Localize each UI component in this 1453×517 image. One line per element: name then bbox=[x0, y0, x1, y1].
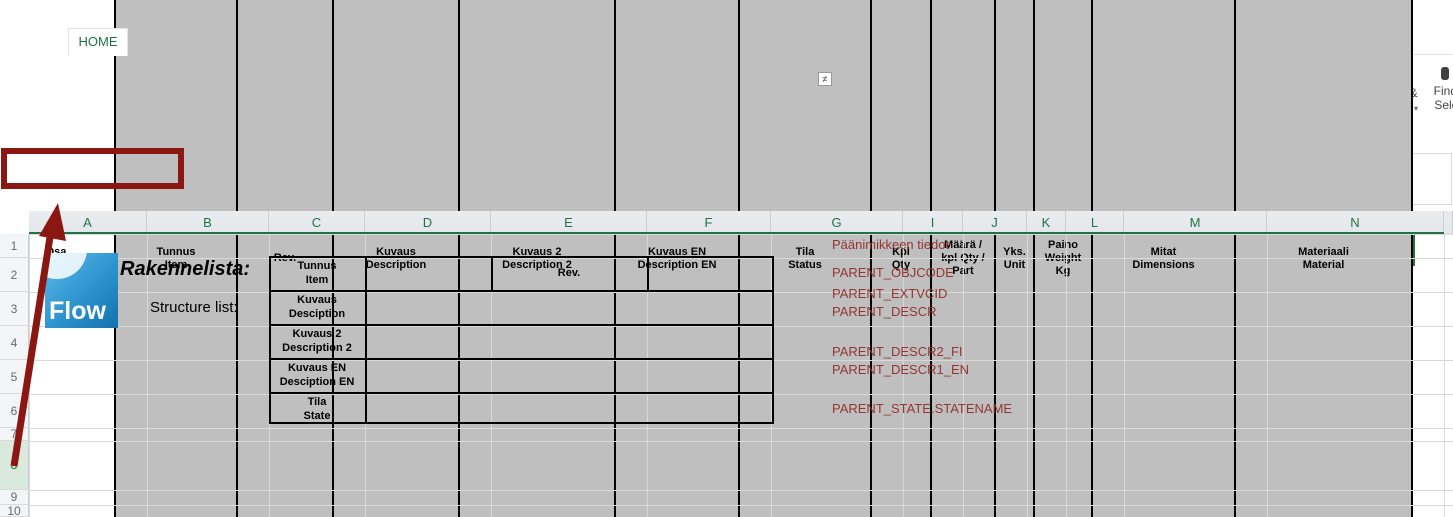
find-select-icon bbox=[1441, 67, 1453, 80]
row-header-10[interactable]: 10 bbox=[0, 505, 29, 517]
row-header-4[interactable]: 4 bbox=[0, 326, 29, 360]
row-header-1[interactable]: 1 bbox=[0, 234, 29, 258]
row-header-3[interactable]: 3 bbox=[0, 292, 29, 326]
gridline-h bbox=[29, 505, 1453, 506]
gridline-h bbox=[29, 234, 1453, 235]
red-note[interactable]: PARENT_DESCR1_EN bbox=[832, 361, 969, 379]
document-title-fi[interactable]: Rakennelista: bbox=[120, 258, 250, 281]
gridline-h bbox=[29, 292, 1453, 293]
column-header-G[interactable]: G bbox=[771, 211, 903, 234]
annotation-highlight-rect bbox=[1, 148, 184, 189]
gridline-v bbox=[29, 234, 30, 517]
column-header-N[interactable]: N bbox=[1267, 211, 1444, 234]
row-header-6[interactable]: 6 bbox=[0, 394, 29, 428]
info-table-label[interactable]: Kuvaus 2 Description 2 bbox=[271, 326, 363, 356]
column-header-B[interactable]: B bbox=[147, 211, 269, 234]
find-select-button[interactable]: Find &Select bbox=[1428, 67, 1453, 112]
info-table-border bbox=[772, 256, 774, 424]
row-header-7[interactable]: 7 bbox=[0, 428, 29, 441]
column-header-D[interactable]: D bbox=[365, 211, 491, 234]
column-header-A[interactable]: A bbox=[29, 211, 147, 234]
red-note[interactable]: PARENT_DESCR bbox=[832, 303, 937, 321]
gridline-v bbox=[1027, 234, 1028, 517]
gridline-h bbox=[29, 326, 1453, 327]
document-title-en[interactable]: Structure list: bbox=[150, 299, 238, 316]
red-note[interactable]: PARENT_OBJCODE bbox=[832, 264, 954, 282]
red-note[interactable]: PARENT_DESCR2_FI bbox=[832, 343, 963, 361]
red-note[interactable]: Päänimikkeen tiedot bbox=[832, 236, 949, 254]
column-header-L[interactable]: L bbox=[1066, 211, 1124, 234]
row-header-2[interactable]: 2 bbox=[0, 258, 29, 292]
gridline-v bbox=[1267, 234, 1268, 517]
tab-home[interactable]: HOME bbox=[68, 28, 128, 56]
column-header-extra bbox=[1444, 211, 1453, 234]
gridline-h bbox=[29, 441, 1453, 442]
info-table-rev-label[interactable]: Rev. bbox=[493, 258, 645, 288]
column-header-J[interactable]: J bbox=[963, 211, 1027, 234]
column-header-F[interactable]: F bbox=[647, 211, 771, 234]
gridline-h bbox=[29, 428, 1453, 429]
column-header-E[interactable]: E bbox=[491, 211, 647, 234]
gridline-v bbox=[1444, 234, 1445, 517]
gridline-h bbox=[29, 490, 1453, 491]
column-header-selection-underline bbox=[29, 232, 1444, 234]
info-table-label[interactable]: Tunnus Item bbox=[271, 258, 363, 288]
info-table-border bbox=[647, 256, 649, 290]
gridline-h bbox=[29, 394, 1453, 395]
row-header-5[interactable]: 5 bbox=[0, 360, 29, 394]
excel-window: X ↶▾ ↷▾ Structurelist.xlsx [Read-Only] -… bbox=[0, 0, 1453, 517]
info-table-label[interactable]: Kuvaus EN Desciption EN bbox=[271, 360, 363, 390]
gridline-v bbox=[1066, 234, 1067, 517]
row-header-9[interactable]: 9 bbox=[0, 490, 29, 505]
company-logo-text: Flow bbox=[49, 297, 106, 326]
info-table-label[interactable]: Tila State bbox=[271, 394, 363, 424]
gridline-v bbox=[1124, 234, 1125, 517]
column-header-C[interactable]: C bbox=[269, 211, 365, 234]
column-header-K[interactable]: K bbox=[1027, 211, 1066, 234]
info-table-border bbox=[365, 256, 367, 424]
row-header-8[interactable]: 8 bbox=[0, 441, 29, 490]
company-logo: Flow bbox=[45, 253, 118, 328]
column-header-M[interactable]: M bbox=[1124, 211, 1267, 234]
report-fields-row: Osa PartTunnus ItemRev.Kuvaus Descriptio… bbox=[0, 168, 1415, 217]
gridline-h bbox=[29, 360, 1453, 361]
info-table-label[interactable]: Kuvaus Desciption bbox=[271, 292, 363, 322]
red-note[interactable]: PARENT_EXTVCID bbox=[832, 285, 947, 303]
red-note[interactable]: PARENT_STATE.STATENAME bbox=[832, 400, 1012, 418]
column-header-I[interactable]: I bbox=[903, 211, 963, 234]
